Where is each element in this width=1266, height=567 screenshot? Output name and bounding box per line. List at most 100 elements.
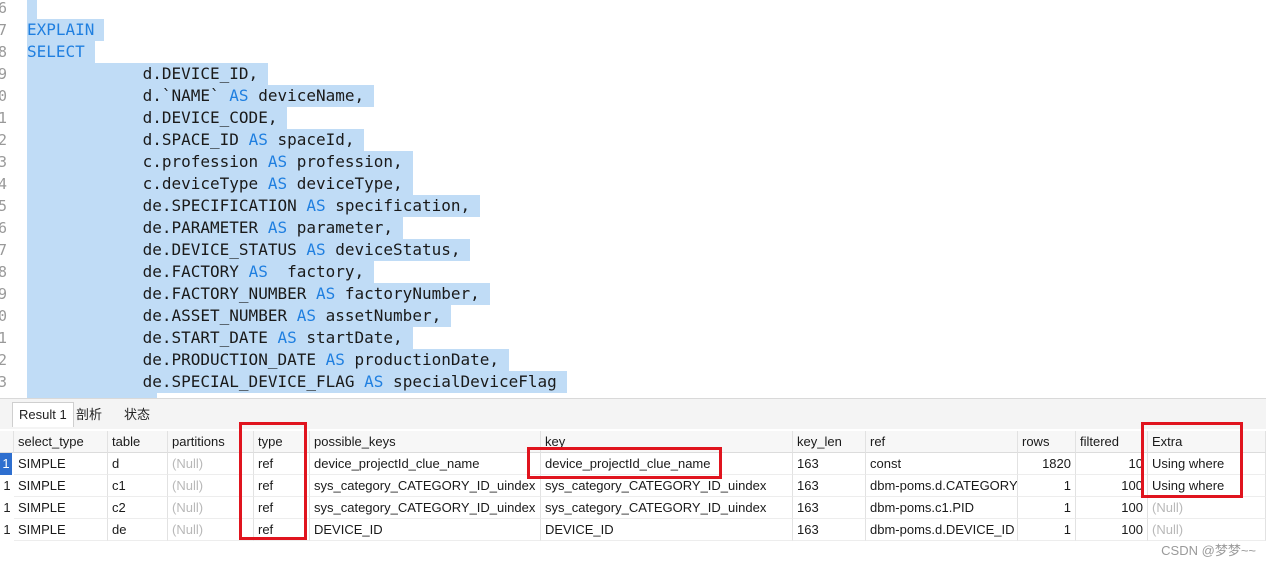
table-cell-key[interactable]: sys_category_CATEGORY_ID_uindex <box>541 497 793 519</box>
table-cell-extra[interactable]: Using where <box>1148 453 1266 475</box>
table-cell-ref[interactable]: dbm-poms.d.CATEGORY_ <box>866 475 1018 497</box>
code-line[interactable]: 1 d.DEVICE_CODE, <box>0 107 1266 129</box>
line-number: 1 <box>0 329 8 347</box>
table-cell-filtered[interactable]: 100 <box>1076 497 1148 519</box>
sql-token: specialDeviceFlag <box>383 372 557 391</box>
row-number[interactable]: 1 <box>0 497 14 519</box>
table-cell-key-len[interactable]: 163 <box>793 519 866 541</box>
table-cell-extra[interactable]: (Null) <box>1148 497 1266 519</box>
line-number: 8 <box>0 263 8 281</box>
table-cell-key[interactable]: device_projectId_clue_name <box>541 453 793 475</box>
sql-keyword: AS <box>248 130 268 149</box>
code-line[interactable]: 8 SELECT <box>0 41 1266 63</box>
table-cell-type[interactable]: ref <box>254 453 310 475</box>
table-cell-partitions[interactable]: (Null) <box>168 497 254 519</box>
table-cell-table[interactable]: c1 <box>108 475 168 497</box>
code-line[interactable]: 7 de.DEVICE_STATUS AS deviceStatus, <box>0 239 1266 261</box>
column-header-key[interactable]: key <box>541 431 793 453</box>
column-header-possible-keys[interactable]: possible_keys <box>310 431 541 453</box>
code-line[interactable]: 3 de.SPECIAL_DEVICE_FLAG AS specialDevic… <box>0 371 1266 393</box>
table-cell-rows[interactable]: 1 <box>1018 519 1076 541</box>
table-cell-select-type[interactable]: SIMPLE <box>14 453 108 475</box>
sql-editor[interactable]: 6 7 EXPLAIN 8 SELECT 9 d.DEVICE_ID, 0 d.`NAME`… <box>0 0 1266 398</box>
table-cell-possible-keys[interactable]: DEVICE_ID <box>310 519 541 541</box>
column-header-key-len[interactable]: key_len <box>793 431 866 453</box>
code-line[interactable]: 6 de.PARAMETER AS parameter, <box>0 217 1266 239</box>
table-cell-table[interactable]: de <box>108 519 168 541</box>
column-header-type[interactable]: type <box>254 431 310 453</box>
row-number[interactable]: 1 <box>0 519 14 541</box>
table-cell-ref[interactable]: dbm-poms.d.DEVICE_ID <box>866 519 1018 541</box>
code-line[interactable]: 2 d.SPACE_ID AS spaceId, <box>0 129 1266 151</box>
column-header-rows[interactable]: rows <box>1018 431 1076 453</box>
code-text: c.deviceType AS deviceType, <box>27 173 403 195</box>
table-cell-select-type[interactable]: SIMPLE <box>14 497 108 519</box>
sql-token: de.ASSET_NUMBER <box>27 306 297 325</box>
sql-keyword: AS <box>267 218 288 237</box>
table-cell-possible-keys[interactable]: device_projectId_clue_name <box>310 453 541 475</box>
table-cell-type[interactable]: ref <box>254 475 310 497</box>
table-cell-possible-keys[interactable]: sys_category_CATEGORY_ID_uindex <box>310 497 541 519</box>
tab-result-1[interactable]: Result 1 <box>12 402 74 427</box>
column-header-ref[interactable]: ref <box>866 431 1018 453</box>
code-line[interactable]: 5 de.SPECIFICATION AS specification, <box>0 195 1266 217</box>
tab-profile[interactable]: 剖析 <box>70 403 108 427</box>
table-cell-filtered[interactable]: 100 <box>1076 519 1148 541</box>
table-cell-possible-keys[interactable]: sys_category_CATEGORY_ID_uindex <box>310 475 541 497</box>
column-header-partitions[interactable]: partitions <box>168 431 254 453</box>
table-cell-rows[interactable]: 1 <box>1018 475 1076 497</box>
tab-status[interactable]: 状态 <box>118 403 156 427</box>
sql-token: assetNumber, <box>315 306 442 325</box>
sql-keyword: AS <box>248 262 268 281</box>
table-cell-rows[interactable]: 1 <box>1018 497 1076 519</box>
table-cell-key[interactable]: DEVICE_ID <box>541 519 793 541</box>
table-cell-type[interactable]: ref <box>254 497 310 519</box>
code-line[interactable]: 0 d.`NAME` AS deviceName, <box>0 85 1266 107</box>
code-line[interactable]: 1 de.START_DATE AS startDate, <box>0 327 1266 349</box>
table-cell-key-len[interactable]: 163 <box>793 497 866 519</box>
table-cell-key-len[interactable]: 163 <box>793 453 866 475</box>
code-text: de.DEVICE_STATUS AS deviceStatus, <box>27 239 461 261</box>
table-cell-table[interactable]: d <box>108 453 168 475</box>
table-cell-extra[interactable]: Using where <box>1148 475 1266 497</box>
code-line[interactable]: 0 de.ASSET_NUMBER AS assetNumber, <box>0 305 1266 327</box>
table-cell-ref[interactable]: dbm-poms.c1.PID <box>866 497 1018 519</box>
row-number[interactable]: 1 <box>0 475 14 497</box>
result-tabs: Result 1 剖析 状态 <box>0 398 1266 429</box>
code-line[interactable]: 6 <box>0 0 1266 19</box>
line-number: 2 <box>0 131 8 149</box>
table-cell-filtered[interactable]: 10 <box>1076 453 1148 475</box>
table-cell-ref[interactable]: const <box>866 453 1018 475</box>
code-line[interactable]: 7 EXPLAIN <box>0 19 1266 41</box>
code-line[interactable]: 9 d.DEVICE_ID, <box>0 63 1266 85</box>
watermark: CSDN @梦梦~~ <box>1161 543 1256 558</box>
table-cell-filtered[interactable]: 100 <box>1076 475 1148 497</box>
code-line[interactable]: 2 de.PRODUCTION_DATE AS productionDate, <box>0 349 1266 371</box>
sql-keyword: AS <box>267 152 288 171</box>
table-cell-extra[interactable]: (Null) <box>1148 519 1266 541</box>
code-text: d.DEVICE_CODE, <box>27 107 278 129</box>
table-cell-partitions[interactable]: (Null) <box>168 475 254 497</box>
table-cell-rows[interactable]: 1820 <box>1018 453 1076 475</box>
table-cell-partitions[interactable]: (Null) <box>168 453 254 475</box>
code-line[interactable]: 3 c.profession AS profession, <box>0 151 1266 173</box>
sql-keyword: AS <box>364 372 384 391</box>
code-line[interactable]: 4 c.deviceType AS deviceType, <box>0 173 1266 195</box>
table-cell-key[interactable]: sys_category_CATEGORY_ID_uindex <box>541 475 793 497</box>
sql-token: de.DEVICE_STATUS <box>27 240 307 259</box>
table-cell-table[interactable]: c2 <box>108 497 168 519</box>
column-header-extra[interactable]: Extra <box>1148 431 1266 453</box>
table-cell-type[interactable]: ref <box>254 519 310 541</box>
sql-keyword: AS <box>306 240 326 259</box>
row-number[interactable]: 1 <box>0 453 12 475</box>
column-header-select-type[interactable]: select_type <box>14 431 108 453</box>
column-header-table[interactable]: table <box>108 431 168 453</box>
column-header-filtered[interactable]: filtered <box>1076 431 1148 453</box>
code-line[interactable]: 8 de.FACTORY AS factory, <box>0 261 1266 283</box>
table-cell-select-type[interactable]: SIMPLE <box>14 475 108 497</box>
table-cell-select-type[interactable]: SIMPLE <box>14 519 108 541</box>
sql-token: de.SPECIFICATION <box>27 196 307 215</box>
table-cell-partitions[interactable]: (Null) <box>168 519 254 541</box>
table-cell-key-len[interactable]: 163 <box>793 475 866 497</box>
code-line[interactable]: 9 de.FACTORY_NUMBER AS factoryNumber, <box>0 283 1266 305</box>
